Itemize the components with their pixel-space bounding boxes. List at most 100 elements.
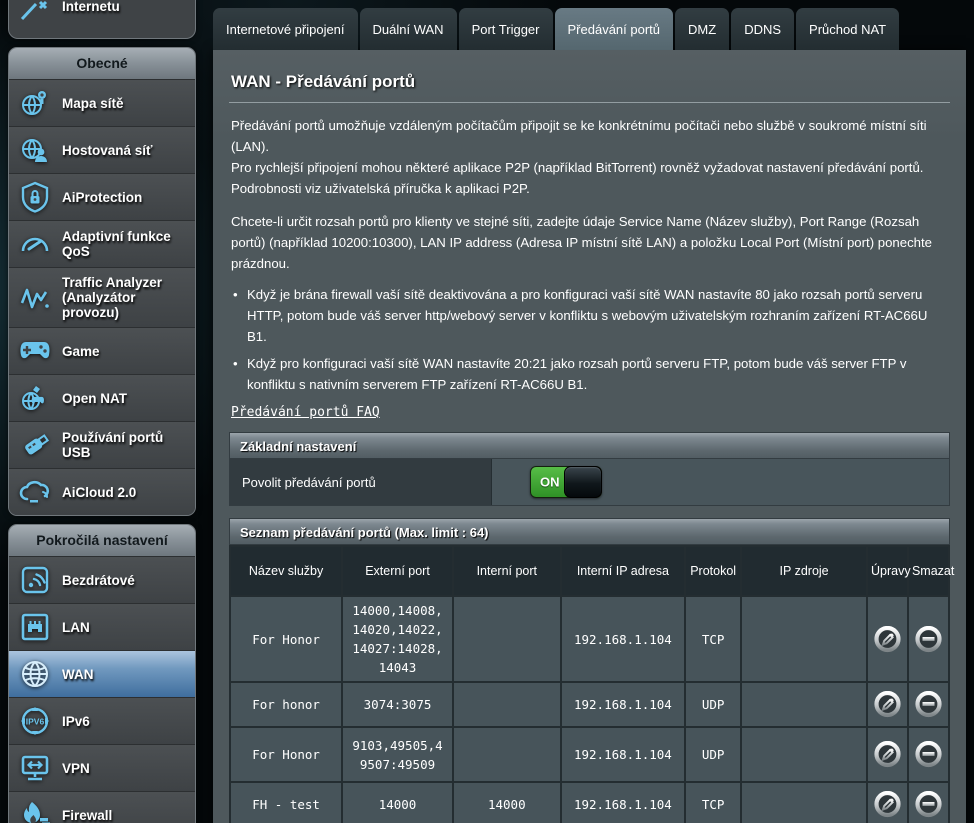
forwarding-table: Název služby Externí port Interní port I…: [229, 545, 950, 823]
table-row: For Honor 14000,14008,14020,14022,14027:…: [230, 596, 949, 682]
wan-tab-bar: Internetové připojení Duální WAN Port Tr…: [213, 8, 966, 50]
sidebar-item-wan[interactable]: WAN: [9, 650, 195, 697]
col-external-port: Externí port: [342, 546, 453, 596]
notes-list: Když je brána firewall vaší sítě deaktiv…: [231, 284, 948, 395]
sidebar-item-vpn[interactable]: VPN: [9, 744, 195, 791]
sidebar-item-ipv6[interactable]: IPV6 IPv6: [9, 697, 195, 744]
table-row: For Honor 9103,49505,49507:49509 192.168…: [230, 727, 949, 782]
delete-button[interactable]: [915, 791, 942, 818]
vpn-monitor-icon: [17, 752, 53, 784]
tab-port-forwarding[interactable]: Předávání portů: [555, 8, 674, 50]
delete-button[interactable]: [915, 691, 942, 718]
cell-internal-port: [453, 596, 561, 682]
cell-internal-ip: 192.168.1.104: [561, 782, 685, 823]
svg-text:IPV6: IPV6: [26, 717, 45, 727]
cell-internal-port: [453, 727, 561, 782]
sidebar-item-label: Game: [62, 344, 100, 359]
description-line: Podrobnosti viz uživatelská příručka k a…: [231, 178, 948, 199]
sidebar-item-label: AiProtection: [62, 190, 142, 205]
sidebar-item-aicloud[interactable]: AiCloud 2.0: [9, 468, 195, 515]
ipv6-icon: IPV6: [17, 705, 53, 737]
usb-icon: [17, 429, 53, 461]
edit-button[interactable]: [874, 626, 901, 653]
description-paragraph-2: Chcete-li určit rozsah portů pro klienty…: [231, 211, 948, 274]
cell-external-port: 9103,49505,49507:49509: [342, 727, 453, 782]
sidebar-item-guest-network[interactable]: Hostovaná síť: [9, 126, 195, 173]
sidebar-item-label: WAN: [62, 667, 94, 682]
sidebar-item-label: LAN: [62, 620, 90, 635]
gamepad-icon: [17, 335, 53, 367]
sidebar-item-adaptive-qos[interactable]: Adaptivní funkce QoS: [9, 220, 195, 267]
sidebar-item-label: Adaptivní funkce QoS: [62, 229, 187, 259]
sidebar-item-label: IPv6: [62, 714, 90, 729]
cell-protocol: UDP: [685, 682, 741, 727]
sidebar-item-wireless[interactable]: Bezdrátové: [9, 556, 195, 603]
sidebar-item-label: Používání portů USB: [62, 430, 187, 460]
tab-dmz[interactable]: DMZ: [675, 8, 729, 50]
tab-dual-wan[interactable]: Duální WAN: [360, 8, 457, 50]
sidebar-item-label: Internetu: [62, 0, 120, 15]
tab-ddns[interactable]: DDNS: [731, 8, 794, 50]
delete-button[interactable]: [915, 626, 942, 653]
cell-source-ip: [741, 682, 867, 727]
sidebar-item-traffic-analyzer[interactable]: Traffic Analyzer (Analyzátor provozu): [9, 267, 195, 327]
cell-internal-port: 14000: [453, 782, 561, 823]
cell-external-port: 14000,14008,14020,14022,14027:14028,1404…: [342, 596, 453, 682]
cell-service: FH - test: [230, 782, 342, 823]
col-edit: Úpravy: [867, 546, 908, 596]
enable-port-forwarding-label: Povolit předávání portů: [230, 459, 492, 505]
lan-port-icon: [17, 611, 53, 643]
cell-source-ip: [741, 727, 867, 782]
cell-protocol: UDP: [685, 727, 741, 782]
sidebar-item-game[interactable]: Game: [9, 327, 195, 374]
sidebar-item-lan[interactable]: LAN: [9, 603, 195, 650]
sidebar: Internetu Obecné Mapa sítě Hostovaná síť: [8, 0, 196, 823]
shield-lock-icon: [17, 181, 53, 213]
col-internal-port: Interní port: [453, 546, 561, 596]
note-item: Když je brána firewall vaší sítě deaktiv…: [231, 284, 948, 347]
basic-config-header: Základní nastavení: [229, 432, 950, 459]
sidebar-item-label: Open NAT: [62, 391, 127, 406]
edit-button[interactable]: [874, 741, 901, 768]
sidebar-item-label: Firewall: [62, 808, 112, 823]
table-row: FH - test 14000 14000 192.168.1.104 TCP: [230, 782, 949, 823]
edit-button[interactable]: [874, 791, 901, 818]
description-paragraph-1: Předávání portů umožňuje vzdáleným počít…: [231, 115, 948, 199]
cell-internal-ip: 192.168.1.104: [561, 682, 685, 727]
sidebar-item-quick-internet-setup[interactable]: Internetu: [8, 0, 196, 39]
network-map-icon: [17, 87, 53, 119]
toggle-knob: [564, 466, 602, 498]
port-forwarding-toggle[interactable]: ON: [530, 466, 602, 498]
cell-service: For Honor: [230, 596, 342, 682]
wireless-icon: [17, 564, 53, 596]
globe-icon: [17, 658, 53, 690]
sidebar-item-label: Bezdrátové: [62, 573, 135, 588]
tab-nat-passthrough[interactable]: Průchod NAT: [796, 8, 899, 50]
sidebar-item-network-map[interactable]: Mapa sítě: [9, 79, 195, 126]
cell-source-ip: [741, 782, 867, 823]
waveform-icon: [17, 282, 53, 314]
enable-port-forwarding-row: Povolit předávání portů ON: [229, 459, 950, 506]
edit-button[interactable]: [874, 691, 901, 718]
sidebar-item-firewall[interactable]: Firewall: [9, 791, 195, 823]
sidebar-item-aiprotection[interactable]: AiProtection: [9, 173, 195, 220]
toggle-on-label: ON: [540, 475, 560, 490]
sidebar-item-usb-application[interactable]: Používání portů USB: [9, 421, 195, 468]
gauge-icon: [17, 228, 53, 260]
cell-internal-ip: 192.168.1.104: [561, 596, 685, 682]
sidebar-item-label: Traffic Analyzer (Analyzátor provozu): [62, 275, 187, 320]
sidebar-item-open-nat[interactable]: Open NAT: [9, 374, 195, 421]
sidebar-item-label: AiCloud 2.0: [62, 485, 136, 500]
forwarding-list-section: Seznam předávání portů (Max. limit : 64)…: [229, 518, 950, 823]
col-delete: Smazat: [908, 546, 949, 596]
content-panel: WAN - Předávání portů Předávání portů um…: [213, 50, 966, 823]
sidebar-section-title: Obecné: [9, 48, 195, 79]
cell-protocol: TCP: [685, 782, 741, 823]
description-line: Předávání portů umožňuje vzdáleným počít…: [231, 115, 948, 157]
cell-service: For honor: [230, 682, 342, 727]
col-service-name: Název služby: [230, 546, 342, 596]
delete-button[interactable]: [915, 741, 942, 768]
tab-internet-connection[interactable]: Internetové připojení: [213, 8, 358, 50]
tab-port-trigger[interactable]: Port Trigger: [459, 8, 553, 50]
port-forwarding-faq-link[interactable]: Předávání portů FAQ: [231, 405, 380, 420]
